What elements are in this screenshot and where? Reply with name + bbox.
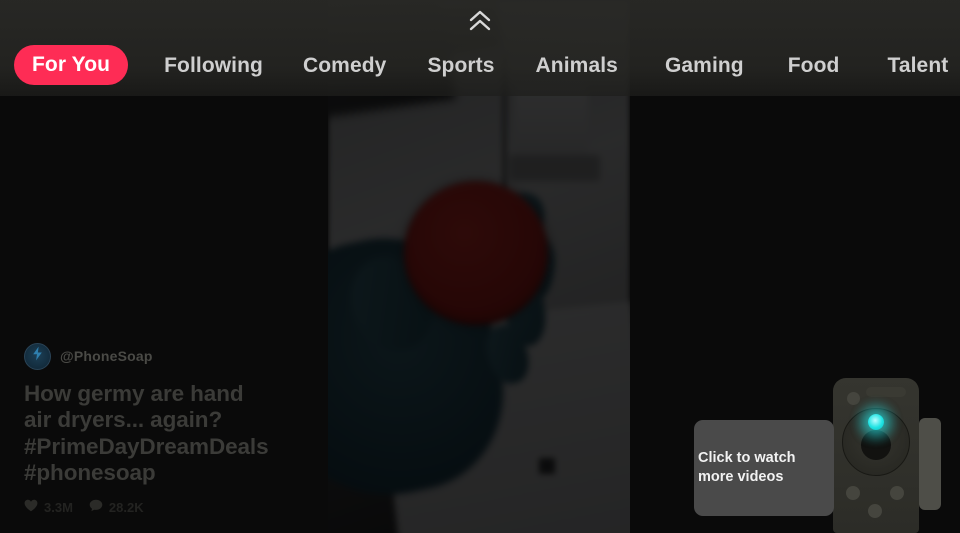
petri-dish-rim [404, 181, 549, 325]
lightning-bolt-icon [31, 346, 44, 366]
watch-more-tooltip[interactable]: Click to watch more videos [694, 420, 834, 516]
heart-icon [24, 499, 38, 515]
like-stat: 3.3M [24, 499, 73, 515]
tv-remote-illustration [833, 378, 941, 533]
video-machine-chip [539, 458, 556, 475]
double-chevron-up-icon[interactable] [467, 9, 493, 38]
app-screen: For You Following Comedy Sports Animals … [0, 0, 960, 533]
tooltip-label: Click to watch more videos [698, 449, 796, 485]
tab-animals[interactable]: Animals [536, 55, 618, 76]
remote-top-bar [866, 387, 906, 397]
remote-power-button [847, 392, 860, 405]
remote-button [890, 486, 904, 500]
author-row[interactable]: @PhoneSoap [24, 342, 274, 370]
tab-for-you[interactable]: For You [14, 45, 129, 85]
video-caption: How germy are hand air dryers... again?#… [24, 380, 269, 486]
remote-up-indicator-icon [868, 414, 884, 430]
remote-side-panel [919, 418, 941, 510]
avatar[interactable] [24, 342, 51, 370]
category-tab-list: For You Following Comedy Sports Animals … [0, 44, 960, 86]
tab-gaming[interactable]: Gaming [665, 55, 744, 76]
tab-food[interactable]: Food [788, 55, 840, 76]
top-navigation-bar: For You Following Comedy Sports Animals … [0, 0, 960, 96]
video-stats: 3.3M 28.2K [24, 499, 274, 515]
author-handle[interactable]: @PhoneSoap [60, 348, 153, 364]
remote-body [833, 378, 919, 533]
remote-button [846, 486, 860, 500]
comment-count: 28.2K [108, 499, 144, 515]
like-count: 3.3M [44, 499, 73, 515]
tab-talent[interactable]: Talent [887, 55, 948, 76]
tab-sports[interactable]: Sports [427, 55, 494, 76]
comment-stat: 28.2K [89, 499, 144, 515]
video-lab-tray [509, 154, 600, 182]
remote-button [868, 504, 882, 518]
tab-comedy[interactable]: Comedy [303, 55, 386, 76]
video-info-panel: @PhoneSoap How germy are hand air dryers… [24, 342, 274, 515]
comment-icon [89, 499, 103, 515]
tab-following[interactable]: Following [164, 55, 263, 76]
